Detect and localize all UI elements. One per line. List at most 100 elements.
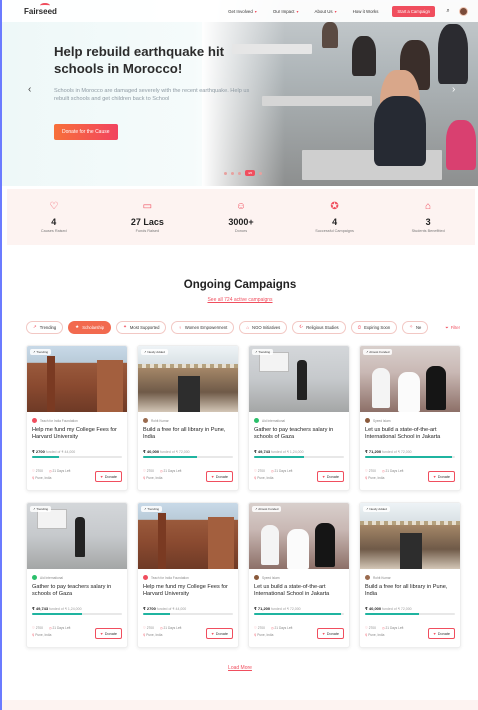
campaign-image[interactable]: ↗ Almost Funded xyxy=(360,346,460,412)
progress-fill xyxy=(143,456,197,458)
campaign-title[interactable]: Let us build a state-of-the-art Internat… xyxy=(365,427,455,441)
heart-icon: ♡ xyxy=(32,469,35,473)
campaign-card[interactable]: ↗ Almost Funded Syeed Islam Let us build a… xyxy=(359,345,461,491)
donate-button[interactable]: ♥ Donate xyxy=(317,471,344,482)
slide-dot[interactable] xyxy=(231,171,234,175)
filter-chip-religious-studies[interactable]: ☪ Religious Studies xyxy=(292,320,346,334)
stat-label: Funds Raised xyxy=(135,228,160,233)
campaign-title[interactable]: Help me fund my College Fees for Harvard… xyxy=(143,584,233,598)
stat-item: ♡ 4 Causes Raised xyxy=(14,201,94,233)
organizer-avatar xyxy=(254,418,259,423)
organizer-name: Teach for India Foundation xyxy=(151,575,189,580)
donate-cause-button[interactable]: Donate for the Cause xyxy=(54,124,118,140)
filter-chip-women-empowerment[interactable]: ♀ Women Empowerment xyxy=(171,320,235,334)
goal-text: funded of ₹ 72,000 xyxy=(382,607,412,611)
next-slide-icon[interactable]: › xyxy=(452,84,455,95)
location-icon: ⚲ xyxy=(254,633,257,637)
campaign-image[interactable]: ↗ Newly Added xyxy=(138,346,238,412)
campaign-location: Pune, India xyxy=(35,476,52,480)
page-root: Help rebuild earthquake hit schools in M… xyxy=(0,0,478,710)
campaign-card[interactable]: ↗ Trending Teach for India Foundation Help… xyxy=(26,345,128,491)
campaign-title[interactable]: Gather to pay teachers salary in schools… xyxy=(254,427,344,441)
money-icon: ▭ xyxy=(142,200,153,212)
days-left: 21 Days Left xyxy=(52,626,71,630)
nav-item-about-us[interactable]: About Us ▾ xyxy=(315,9,337,14)
filter-chip-ne[interactable]: ✧ Ne xyxy=(402,320,429,334)
campaign-title[interactable]: Gather to pay teachers salary in schools… xyxy=(32,584,122,598)
campaign-card[interactable]: ↗ Trending Aid International Gather to pay… xyxy=(248,345,350,491)
donate-icon: ♥ xyxy=(211,474,214,479)
filter-chip-scholarship[interactable]: ★ Scholarship xyxy=(68,320,112,334)
donate-button[interactable]: ♥ Donate xyxy=(428,471,455,482)
chevron-down-icon: ▾ xyxy=(296,8,299,14)
campaign-tag: ↗ Almost Funded xyxy=(363,349,393,355)
campaign-title[interactable]: Build a free for all library in Pune, In… xyxy=(365,584,455,598)
location-icon: ⚲ xyxy=(365,476,368,480)
prev-slide-icon[interactable]: ‹ xyxy=(28,84,31,95)
days-left: 21 Days Left xyxy=(52,469,71,473)
donate-button[interactable]: ♥ Donate xyxy=(428,628,455,639)
progress-bar xyxy=(32,613,122,615)
campaign-tag: ↗ Trending xyxy=(141,506,163,512)
tag-label: Newly Added xyxy=(147,350,165,354)
campaign-title[interactable]: Build a free for all library in Pune, In… xyxy=(143,427,233,441)
location-icon: ⚲ xyxy=(143,476,146,480)
start-campaign-button[interactable]: Start a Campaign xyxy=(392,5,435,17)
load-more-link[interactable]: Load More xyxy=(2,665,478,671)
campaign-image[interactable]: ↗ Almost Funded xyxy=(249,503,349,569)
slide-dot[interactable] xyxy=(259,171,263,175)
campaign-meta: ♡ 2700 ◷ 21 Days Left ⚲ Pune, India xyxy=(32,468,70,482)
heart-icon: ♡ xyxy=(143,469,146,473)
logo[interactable]: Fairseed xyxy=(24,2,57,16)
progress-bar xyxy=(32,456,122,458)
nav-item-our-impact[interactable]: Our Impact ▾ xyxy=(273,9,299,14)
filter-chip-ngo-initiatives[interactable]: ⌂ NGO Initiatives xyxy=(239,320,288,334)
donate-button[interactable]: ♥ Donate xyxy=(206,471,233,482)
organizer-name: Rohit Kumar xyxy=(373,575,391,580)
raised-amount: ₹ 40,000 xyxy=(143,449,160,454)
campaign-card[interactable]: ↗ Trending Aid International Gather to pay… xyxy=(26,502,128,648)
days-left: 21 Days Left xyxy=(274,469,293,473)
donate-button[interactable]: ♥ Donate xyxy=(95,628,122,639)
campaign-meta: ♡ 2700 ◷ 21 Days Left ⚲ Pune, India xyxy=(365,625,403,639)
tag-label: Newly Added xyxy=(369,507,387,511)
campaign-title[interactable]: Let us build a state-of-the-art Internat… xyxy=(254,584,344,598)
clock-icon: ◷ xyxy=(381,626,385,630)
filter-chip-most-supported[interactable]: ✦ Most Supported xyxy=(116,320,167,334)
campaign-image[interactable]: ↗ Trending xyxy=(249,346,349,412)
campaign-image[interactable]: ↗ Trending xyxy=(138,503,238,569)
filter-button[interactable]: ⏷ Filter xyxy=(441,321,460,333)
heart-icon: ♡ xyxy=(365,626,368,630)
donate-button[interactable]: ♥ Donate xyxy=(206,628,233,639)
campaign-raised: ₹ 49,743 funded of ₹ 1,24,000 xyxy=(32,606,122,611)
nav-item-how-it-works[interactable]: How it Works xyxy=(353,9,379,14)
avatar[interactable] xyxy=(459,6,468,16)
campaign-image[interactable]: ↗ Trending xyxy=(27,503,127,569)
campaign-image[interactable]: ↗ Trending xyxy=(27,346,127,412)
campaign-card[interactable]: ↗ Almost Funded Syeed Islam Let us build a… xyxy=(248,502,350,648)
tag-label: Almost Funded xyxy=(369,350,390,354)
search-icon[interactable]: ⌕ xyxy=(443,8,453,15)
filter-chip-trending[interactable]: ↗ Trending xyxy=(26,320,64,334)
campaign-card[interactable]: ↗ Trending Teach for India Foundation Help… xyxy=(137,502,239,648)
organizer-name: Aid International xyxy=(40,575,64,580)
donate-button[interactable]: ♥ Donate xyxy=(95,471,122,482)
days-left: 21 Days Left xyxy=(163,626,182,630)
campaign-title[interactable]: Help me fund my College Fees for Harvard… xyxy=(32,427,122,441)
see-all-link[interactable]: See all 724 active campaigns xyxy=(2,297,478,303)
days-left: 21 Days Left xyxy=(385,469,404,473)
donate-icon: ♥ xyxy=(100,631,103,636)
nav-item-get-involved[interactable]: Get Involved ▾ xyxy=(228,9,257,14)
raised-amount: ₹ 71,200 xyxy=(254,606,271,611)
organizer-avatar xyxy=(365,575,370,580)
filter-chip-expiring-soon[interactable]: ⏱ Expiring Soon xyxy=(350,320,398,334)
campaign-image[interactable]: ↗ Newly Added xyxy=(360,503,460,569)
campaign-card[interactable]: ↗ Newly Added Rohit Kumar Build a free for… xyxy=(137,345,239,491)
campaign-organizer: Rohit Kumar xyxy=(143,418,233,423)
chevron-down-icon: ▾ xyxy=(254,8,257,14)
campaign-card[interactable]: ↗ Newly Added Rohit Kumar Build a free for… xyxy=(359,502,461,648)
donate-button[interactable]: ♥ Donate xyxy=(317,628,344,639)
slide-dot[interactable] xyxy=(224,171,227,175)
raised-amount: ₹ 49,743 xyxy=(32,606,49,611)
slide-dot[interactable] xyxy=(238,171,241,175)
